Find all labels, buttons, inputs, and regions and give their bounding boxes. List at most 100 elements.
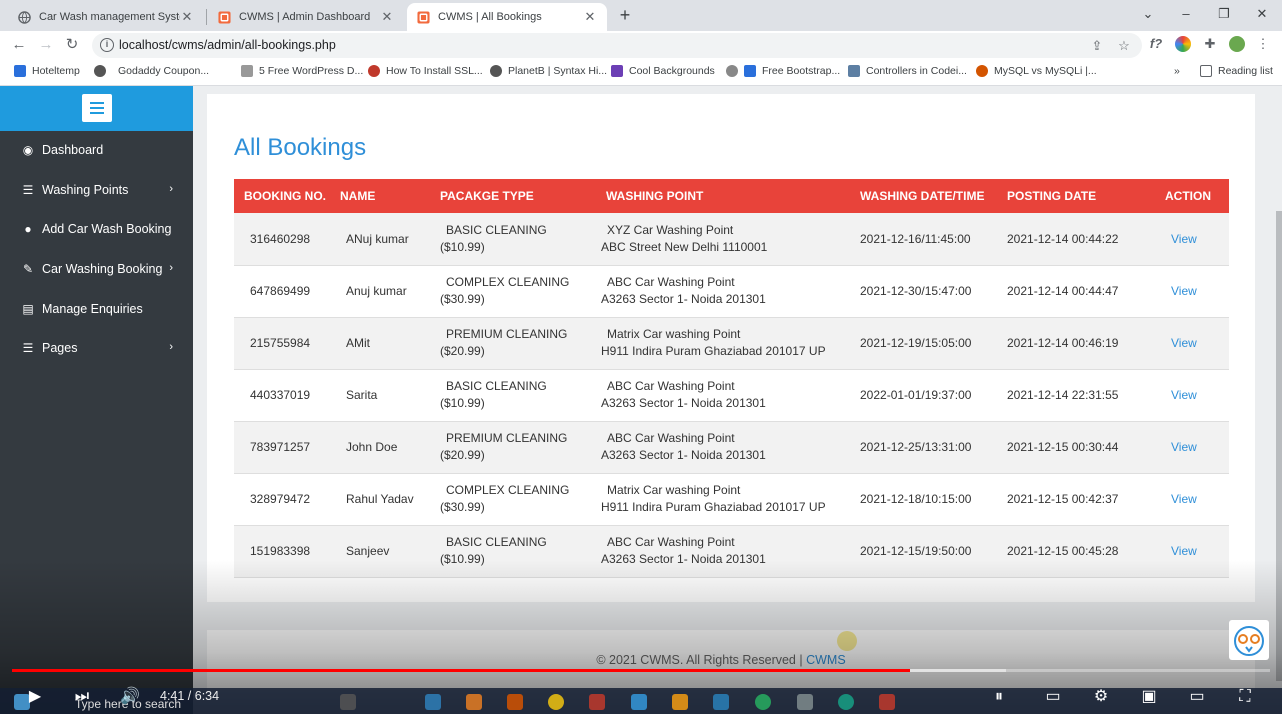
package-cell-text: PREMIUM CLEANING xyxy=(446,327,568,341)
bookmark-cool-backgrounds[interactable]: Cool Backgrounds xyxy=(611,65,715,77)
name-cell-text: Anuj kumar xyxy=(346,284,407,298)
next-video-icon[interactable]: ⏭ xyxy=(72,687,92,707)
play-icon[interactable]: ▶ xyxy=(25,687,45,707)
address-bar[interactable]: i localhost/cwms/admin/all-bookings.php … xyxy=(92,33,1142,58)
volume-icon[interactable]: 🔊 xyxy=(119,687,141,707)
washing-point-cell-text: A3263 Sector 1- Noida 201301 xyxy=(601,292,766,306)
washing-point-cell-text: Matrix Car washing Point xyxy=(607,327,741,341)
posting-date-cell: 2021-12-14 22:31:55 xyxy=(1001,369,1159,421)
color-extension-icon[interactable] xyxy=(1175,36,1191,52)
table-row: 328979472 Rahul Yadav COMPLEX CLEANING ($30… xyxy=(234,473,1229,525)
bookmark-hoteltemp[interactable]: Hoteltemp xyxy=(14,65,80,77)
name-cell: Anuj kumar xyxy=(334,265,434,317)
copyright-text: © 2021 CWMS. All Rights Reserved | xyxy=(596,653,807,667)
autoplay-toggle-icon[interactable]: ⏸ xyxy=(985,687,1013,707)
browser-menu-icon[interactable]: ⋮ xyxy=(1255,36,1271,52)
view-link[interactable]: View xyxy=(1171,336,1197,350)
fullscreen-icon[interactable]: ⛶ xyxy=(1234,687,1256,707)
wash-datetime-cell: 2021-12-30/15:47:00 xyxy=(854,265,1001,317)
bookmark-favicon-icon xyxy=(848,65,860,77)
edge-icon xyxy=(838,694,854,710)
posting-date-cell: 2021-12-15 00:45:28 xyxy=(1001,525,1159,577)
sidebar-item-washing-points[interactable]: ☰ Washing Points › xyxy=(0,175,193,205)
share-icon[interactable]: ⇪ xyxy=(1089,38,1105,54)
view-link[interactable]: View xyxy=(1171,544,1197,558)
washing-point-cell: ABC Car Washing Point A3263 Sector 1- Noi… xyxy=(600,421,854,473)
washing-point-cell: ABC Car Washing Point A3263 Sector 1- Noi… xyxy=(600,525,854,577)
tab-search-icon[interactable]: ⌄ xyxy=(1138,4,1158,24)
sidebar-item-pages[interactable]: ☰ Pages › xyxy=(0,333,193,363)
new-tab-button[interactable]: + xyxy=(615,5,635,25)
back-arrow-icon[interactable]: ← xyxy=(9,35,29,55)
browser-toolbar: ← → ↻ i localhost/cwms/admin/all-booking… xyxy=(0,31,1282,59)
view-link[interactable]: View xyxy=(1171,440,1197,454)
sidebar-item-manage-enquiries[interactable]: ▤ Manage Enquiries xyxy=(0,294,193,324)
theater-mode-icon[interactable]: ▭ xyxy=(1185,687,1209,707)
page-title: All Bookings xyxy=(234,134,367,161)
page-scrollbar[interactable] xyxy=(1276,86,1282,714)
tab-all-bookings[interactable]: CWMS | All Bookings ✕ xyxy=(407,3,607,31)
bookmark-star-icon[interactable]: ☆ xyxy=(1116,38,1132,54)
cwms-favicon-icon xyxy=(218,10,231,24)
more-bookmarks-icon[interactable]: » xyxy=(1174,65,1180,77)
action-cell: View xyxy=(1159,265,1229,317)
bookmark-wordpress[interactable]: 5 Free WordPress D... xyxy=(241,65,363,77)
booking-no-cell-text: 215755984 xyxy=(250,336,311,350)
chrome-icon xyxy=(548,694,564,710)
tab-title: Car Wash management System | xyxy=(39,11,180,23)
tab-car-wash-management[interactable]: Car Wash management System | ✕ xyxy=(8,3,204,31)
close-tab-icon[interactable]: ✕ xyxy=(583,9,597,25)
extensions-puzzle-icon[interactable]: ✚ xyxy=(1202,36,1218,52)
miniplayer-icon[interactable]: ▣ xyxy=(1138,687,1160,707)
menu-toggle-icon[interactable] xyxy=(82,94,112,122)
close-window-button[interactable]: ✕ xyxy=(1252,4,1272,24)
maximize-button[interactable]: ❐ xyxy=(1214,4,1234,24)
package-cell-text: ($10.99) xyxy=(440,239,485,254)
package-cell: BASIC CLEANING ($10.99) xyxy=(434,369,600,421)
formula-extension-icon[interactable]: f? xyxy=(1148,36,1164,52)
tab-admin-dashboard[interactable]: CWMS | Admin Dashboard ✕ xyxy=(208,3,404,31)
forward-arrow-icon[interactable]: → xyxy=(36,35,56,55)
wash-datetime-cell: 2021-12-16/11:45:00 xyxy=(854,213,1001,265)
wash-datetime-cell-text: 2021-12-30/15:47:00 xyxy=(860,284,972,298)
list-icon: ☰ xyxy=(22,341,34,355)
bookmark-mysql[interactable]: MySQL vs MySQLi |... xyxy=(976,65,1097,77)
column-header: WASHING DATE/TIME xyxy=(854,179,1001,213)
close-tab-icon[interactable]: ✕ xyxy=(380,9,394,25)
view-link[interactable]: View xyxy=(1171,388,1197,402)
settings-gear-icon[interactable]: ⚙ xyxy=(1090,687,1112,707)
video-progress-bar[interactable] xyxy=(12,669,1270,672)
app-icon xyxy=(589,694,605,710)
footer-text: © 2021 CWMS. All Rights Reserved | CWMS xyxy=(0,653,1282,667)
app-icon xyxy=(425,694,441,710)
site-info-icon[interactable]: i xyxy=(100,38,114,52)
channel-watermark-logo[interactable] xyxy=(1229,620,1269,660)
column-header: NAME xyxy=(334,179,434,213)
reading-list-button[interactable]: Reading list xyxy=(1200,65,1273,77)
bookmark-codeigniter[interactable]: Controllers in Codei... xyxy=(848,65,967,77)
profile-avatar[interactable] xyxy=(1229,36,1245,52)
bookmark-planetb[interactable]: PlanetB | Syntax Hi... xyxy=(490,65,607,77)
reload-icon[interactable]: ↻ xyxy=(62,35,82,55)
column-header: BOOKING NO. xyxy=(234,179,334,213)
scrollbar-thumb[interactable] xyxy=(1276,211,1282,681)
subtitles-icon[interactable]: ▭ xyxy=(1042,687,1064,707)
minimize-button[interactable]: – xyxy=(1176,4,1196,24)
wash-datetime-cell: 2021-12-25/13:31:00 xyxy=(854,421,1001,473)
view-link[interactable]: View xyxy=(1171,232,1197,246)
booking-no-cell: 316460298 xyxy=(234,213,334,265)
sidebar-item-dashboard[interactable]: ◉ Dashboard xyxy=(0,135,193,165)
view-link[interactable]: View xyxy=(1171,492,1197,506)
bookmark-favicon-icon xyxy=(368,65,380,77)
washing-point-cell-text: A3263 Sector 1- Noida 201301 xyxy=(601,448,766,462)
bookmark-ssl[interactable]: How To Install SSL... xyxy=(368,65,483,77)
view-link[interactable]: View xyxy=(1171,284,1197,298)
sidebar-item-add-booking[interactable]: ● Add Car Wash Booking xyxy=(0,214,193,244)
bookmark-godaddy[interactable]: Godaddy Coupon... xyxy=(94,65,209,77)
posting-date-cell-text: 2021-12-15 00:45:28 xyxy=(1007,544,1119,558)
footer-brand-link[interactable]: CWMS xyxy=(806,653,846,667)
bookmark-favicon-icon xyxy=(611,65,623,77)
bookmark-bootstrap[interactable]: Free Bootstrap... xyxy=(726,65,840,77)
close-tab-icon[interactable]: ✕ xyxy=(180,9,194,25)
sidebar-item-car-washing-booking[interactable]: ✎ Car Washing Booking › xyxy=(0,254,193,284)
